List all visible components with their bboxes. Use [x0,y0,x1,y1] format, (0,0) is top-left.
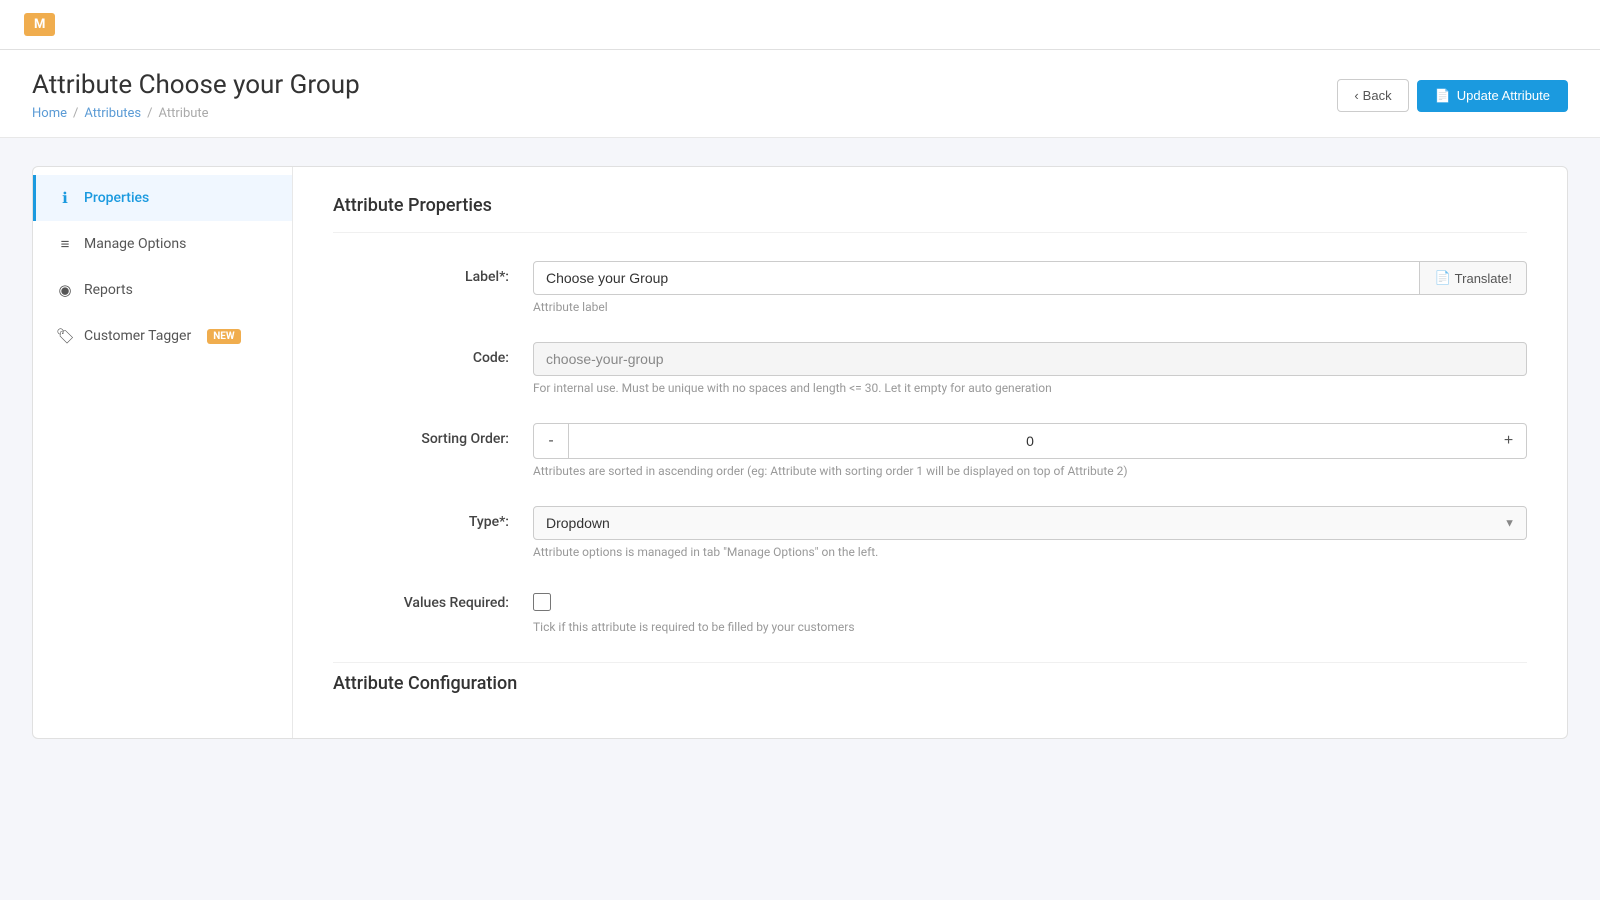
content-wrapper: ℹ Properties ≡ Manage Options ◉ Reports … [0,138,1600,767]
values-required-label: Values Required: [333,587,533,611]
label-field-row: Label*: 📄 Translate! Attribute label [333,261,1527,314]
type-field-hint: Attribute options is managed in tab "Man… [533,545,1527,559]
logo: M [24,13,55,36]
translate-icon: 📄 [1434,270,1450,286]
code-field-hint: For internal use. Must be unique with no… [533,381,1527,395]
update-label: Update Attribute [1457,88,1550,103]
reports-icon: ◉ [56,281,74,299]
code-field-row: Code: For internal use. Must be unique w… [333,342,1527,395]
label-input-group: 📄 Translate! [533,261,1527,295]
code-field-label: Code: [333,342,533,366]
page-title: Attribute Choose your Group [32,70,360,100]
sort-plus-button[interactable]: + [1491,423,1527,459]
values-required-checkbox[interactable] [533,593,551,611]
sidebar-item-customer-tagger[interactable]: 🏷 Customer Tagger NEW [33,313,292,359]
breadcrumb-sep-2: / [147,106,152,121]
type-select[interactable]: Dropdown Text Date Yes/No [533,506,1527,540]
tag-icon: 🏷 [56,327,74,345]
sidebar-item-manage-options-label: Manage Options [84,236,186,252]
type-select-wrap: Dropdown Text Date Yes/No [533,506,1527,540]
section-title: Attribute Properties [333,195,1527,233]
sidebar-item-properties[interactable]: ℹ Properties [33,175,292,221]
code-input[interactable] [533,342,1527,376]
sorting-control: - + [533,423,1527,459]
info-icon: ℹ [56,189,74,207]
type-field-wrap: Dropdown Text Date Yes/No Attribute opti… [533,506,1527,559]
back-button[interactable]: ‹ Back [1337,79,1408,112]
page-header: Attribute Choose your Group Home / Attri… [0,50,1600,138]
breadcrumb: Home / Attributes / Attribute [32,106,360,121]
sidebar-item-reports-label: Reports [84,282,133,298]
sort-value-input[interactable] [569,423,1491,459]
breadcrumb-current: Attribute [159,106,209,121]
main-card: ℹ Properties ≡ Manage Options ◉ Reports … [32,166,1568,739]
page-header-left: Attribute Choose your Group Home / Attri… [32,70,360,121]
back-label: Back [1363,88,1392,103]
sorting-order-label: Sorting Order: [333,423,533,447]
new-badge: NEW [207,329,240,344]
label-input[interactable] [533,261,1420,295]
sort-minus-button[interactable]: - [533,423,569,459]
top-bar: M [0,0,1600,50]
list-icon: ≡ [56,235,74,253]
breadcrumb-attributes[interactable]: Attributes [84,106,141,121]
breadcrumb-sep-1: / [73,106,78,121]
sidebar-item-manage-options[interactable]: ≡ Manage Options [33,221,292,267]
breadcrumb-home[interactable]: Home [32,106,67,121]
update-attribute-button[interactable]: 📄 Update Attribute [1417,80,1568,112]
translate-label: Translate! [1455,271,1512,286]
values-required-hint: Tick if this attribute is required to be… [533,620,1527,634]
type-field-label: Type*: [333,506,533,530]
sorting-order-field-row: Sorting Order: - + Attributes are sorted… [333,423,1527,478]
code-field-wrap: For internal use. Must be unique with no… [533,342,1527,395]
label-field-label: Label*: [333,261,533,285]
sidebar: ℹ Properties ≡ Manage Options ◉ Reports … [33,167,293,738]
main-form: Attribute Properties Label*: 📄 Translate… [293,167,1567,738]
sidebar-item-reports[interactable]: ◉ Reports [33,267,292,313]
label-field-hint: Attribute label [533,300,1527,314]
section-title-2: Attribute Configuration [333,662,1527,710]
sorting-order-wrap: - + Attributes are sorted in ascending o… [533,423,1527,478]
sorting-order-hint: Attributes are sorted in ascending order… [533,464,1527,478]
back-chevron-icon: ‹ [1354,88,1358,103]
header-actions: ‹ Back 📄 Update Attribute [1337,79,1568,112]
type-field-row: Type*: Dropdown Text Date Yes/No Attribu… [333,506,1527,559]
values-required-wrap: Tick if this attribute is required to be… [533,587,1527,634]
label-field-wrap: 📄 Translate! Attribute label [533,261,1527,314]
sidebar-item-properties-label: Properties [84,190,149,206]
sidebar-item-customer-tagger-label: Customer Tagger [84,328,191,344]
values-required-row: Values Required: Tick if this attribute … [333,587,1527,634]
update-icon: 📄 [1435,88,1451,104]
translate-button[interactable]: 📄 Translate! [1420,261,1527,295]
